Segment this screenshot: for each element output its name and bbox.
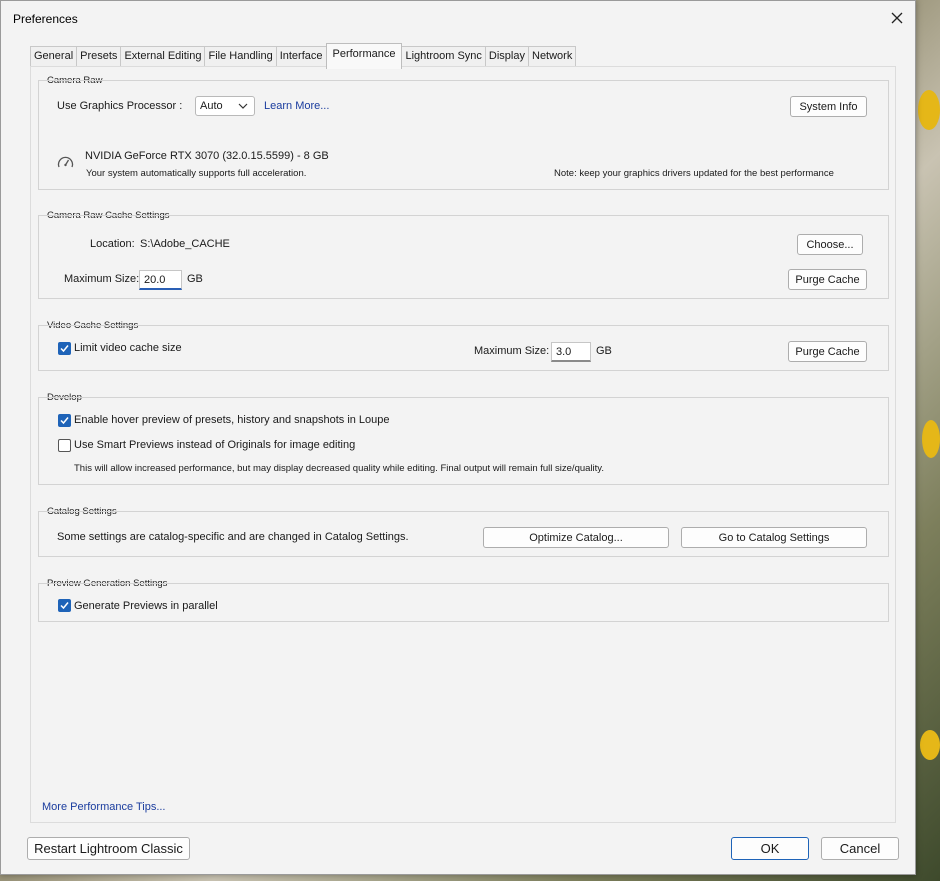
limit-video-cache-checkbox[interactable] (58, 342, 71, 355)
tab-lightroom-sync[interactable]: Lightroom Sync (401, 46, 486, 67)
gpu-status: Your system automatically supports full … (86, 168, 307, 179)
tab-display[interactable]: Display (484, 46, 529, 67)
purge-cache-button[interactable]: Purge Cache (788, 269, 867, 290)
limit-video-cache-label: Limit video cache size (74, 342, 182, 354)
performance-tips-link[interactable]: More Performance Tips... (42, 801, 166, 813)
tab-external-editing[interactable]: External Editing (120, 46, 206, 67)
gpu-label: Use Graphics Processor : (57, 100, 183, 112)
window-title: Preferences (13, 12, 78, 26)
cache-max-label: Maximum Size: (64, 273, 140, 285)
gpu-select-value: Auto (200, 100, 223, 112)
tab-network[interactable]: Network (528, 46, 577, 67)
system-info-button[interactable]: System Info (790, 96, 867, 117)
ok-button[interactable]: OK (731, 837, 809, 860)
parallel-previews-label: Generate Previews in parallel (74, 600, 218, 612)
cache-unit: GB (187, 273, 203, 285)
catalog-text: Some settings are catalog-specific and a… (57, 531, 409, 543)
tab-performance[interactable]: Performance (325, 43, 403, 69)
video-unit: GB (596, 345, 612, 357)
optimize-catalog-button[interactable]: Optimize Catalog... (483, 527, 669, 548)
checkmark-icon (60, 345, 69, 353)
driver-note: Note: keep your graphics drivers updated… (554, 168, 834, 179)
gpu-name: NVIDIA GeForce RTX 3070 (32.0.15.5599) -… (85, 150, 329, 162)
restart-lightroom-button[interactable]: Restart Lightroom Classic (27, 837, 190, 860)
location-value: S:\Adobe_CACHE (140, 238, 230, 250)
cache-max-size-input[interactable]: 20.0 (139, 270, 182, 290)
cancel-button[interactable]: Cancel (821, 837, 899, 860)
close-button[interactable] (887, 8, 907, 28)
smart-previews-note: This will allow increased performance, b… (74, 463, 604, 474)
video-max-size-input[interactable]: 3.0 (551, 342, 591, 362)
go-to-catalog-settings-button[interactable]: Go to Catalog Settings (681, 527, 867, 548)
hover-preview-checkbox[interactable] (58, 414, 71, 427)
preferences-dialog: Preferences General Presets External Edi… (0, 0, 916, 875)
choose-button[interactable]: Choose... (797, 234, 863, 255)
location-label: Location: (90, 238, 135, 250)
chevron-down-icon (238, 103, 248, 109)
tab-file-handling[interactable]: File Handling (204, 46, 277, 67)
gauge-icon (57, 155, 74, 172)
background-flower (920, 730, 940, 760)
video-max-label: Maximum Size: (474, 345, 550, 357)
smart-previews-checkbox[interactable] (58, 439, 71, 452)
checkmark-icon (60, 417, 69, 425)
close-icon (891, 12, 903, 24)
hover-preview-label: Enable hover preview of presets, history… (74, 414, 390, 426)
parallel-previews-checkbox[interactable] (58, 599, 71, 612)
tab-bar: General Presets External Editing File Ha… (30, 43, 577, 69)
background-flower (922, 420, 940, 458)
tab-general[interactable]: General (30, 46, 78, 67)
tab-interface[interactable]: Interface (275, 46, 327, 67)
video-purge-cache-button[interactable]: Purge Cache (788, 341, 867, 362)
performance-panel: Camera Raw Use Graphics Processor : Auto… (30, 66, 896, 823)
learn-more-link[interactable]: Learn More... (264, 100, 329, 112)
tab-presets[interactable]: Presets (76, 46, 122, 67)
background-flower (918, 90, 940, 130)
smart-previews-label: Use Smart Previews instead of Originals … (74, 439, 356, 451)
checkmark-icon (60, 602, 69, 610)
gpu-select[interactable]: Auto (195, 96, 255, 116)
